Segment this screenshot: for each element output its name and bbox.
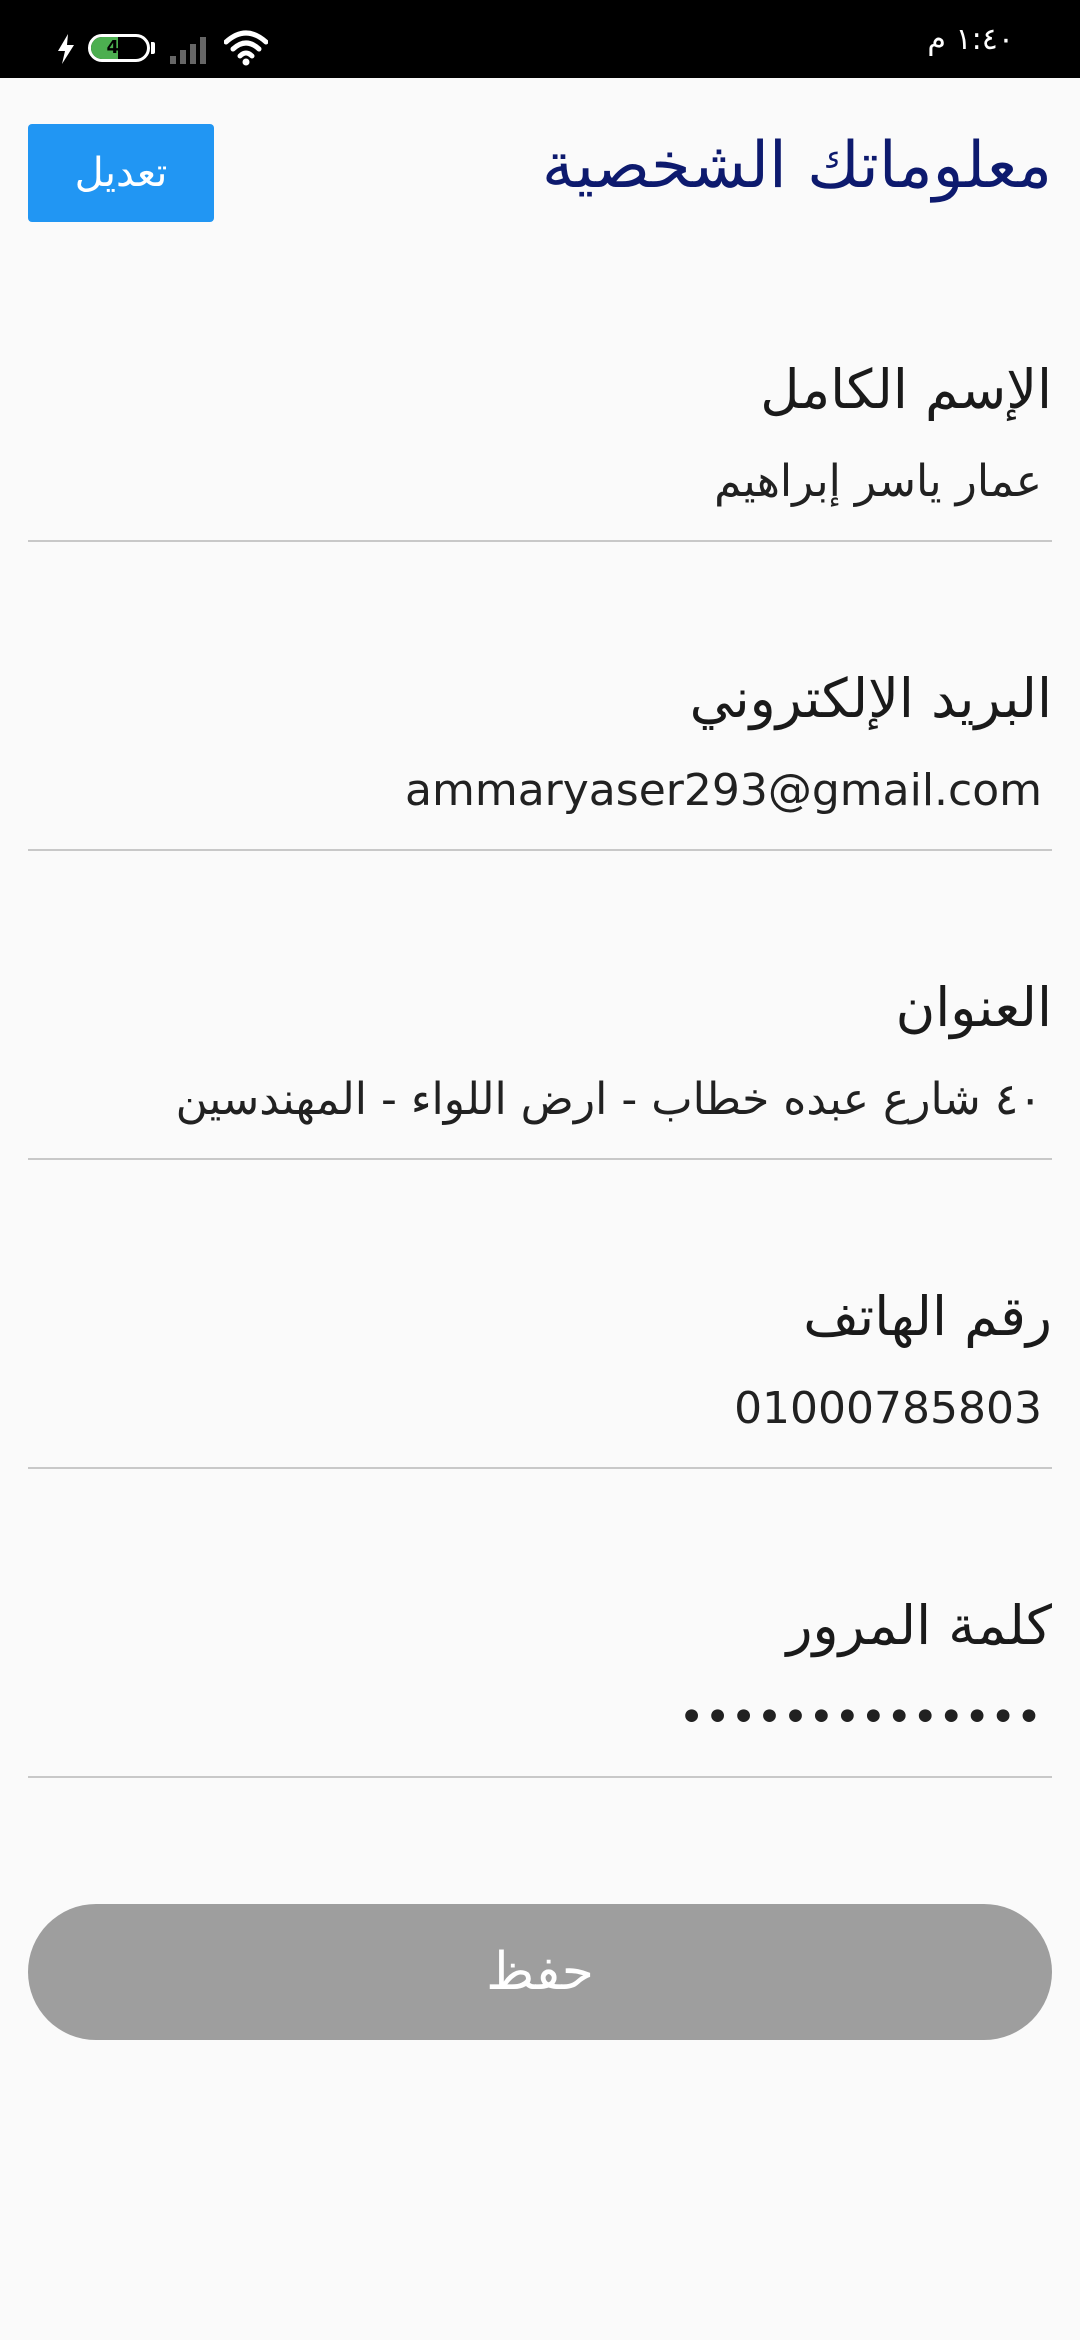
address-label: العنوان xyxy=(895,976,1052,1039)
divider xyxy=(28,1158,1052,1160)
page-title: معلوماتك الشخصية xyxy=(541,129,1052,203)
battery-level: 49 xyxy=(106,37,132,58)
divider xyxy=(28,1776,1052,1778)
battery-icon: 49 xyxy=(88,34,150,62)
phone-label: رقم الهاتف xyxy=(803,1285,1052,1348)
password-label: كلمة المرور xyxy=(786,1594,1052,1657)
phone-value[interactable]: 01000785803 xyxy=(734,1381,1042,1437)
status-bar: 49 ١:٤٠ م xyxy=(0,0,1080,78)
email-value[interactable]: ammaryaser293@gmail.com xyxy=(405,763,1042,819)
password-value[interactable]: •••••••••••••• xyxy=(679,1690,1042,1746)
wifi-icon xyxy=(223,30,269,70)
charging-icon xyxy=(56,34,76,68)
divider xyxy=(28,1467,1052,1469)
divider xyxy=(28,849,1052,851)
battery-tip xyxy=(151,42,155,54)
full-name-label: الإسم الكامل xyxy=(760,358,1052,421)
divider xyxy=(28,540,1052,542)
status-time: ١:٤٠ م xyxy=(927,22,1014,57)
edit-button[interactable]: تعديل xyxy=(28,124,214,222)
save-button[interactable]: حفظ xyxy=(28,1904,1052,2040)
email-label: البريد الإلكتروني xyxy=(689,667,1052,730)
signal-icon xyxy=(168,34,212,68)
full-name-value[interactable]: عمار ياسر إبراهيم xyxy=(714,454,1042,510)
address-value[interactable]: ٤٠ شارع عبده خطاب - ارض اللواء - المهندس… xyxy=(176,1072,1042,1128)
